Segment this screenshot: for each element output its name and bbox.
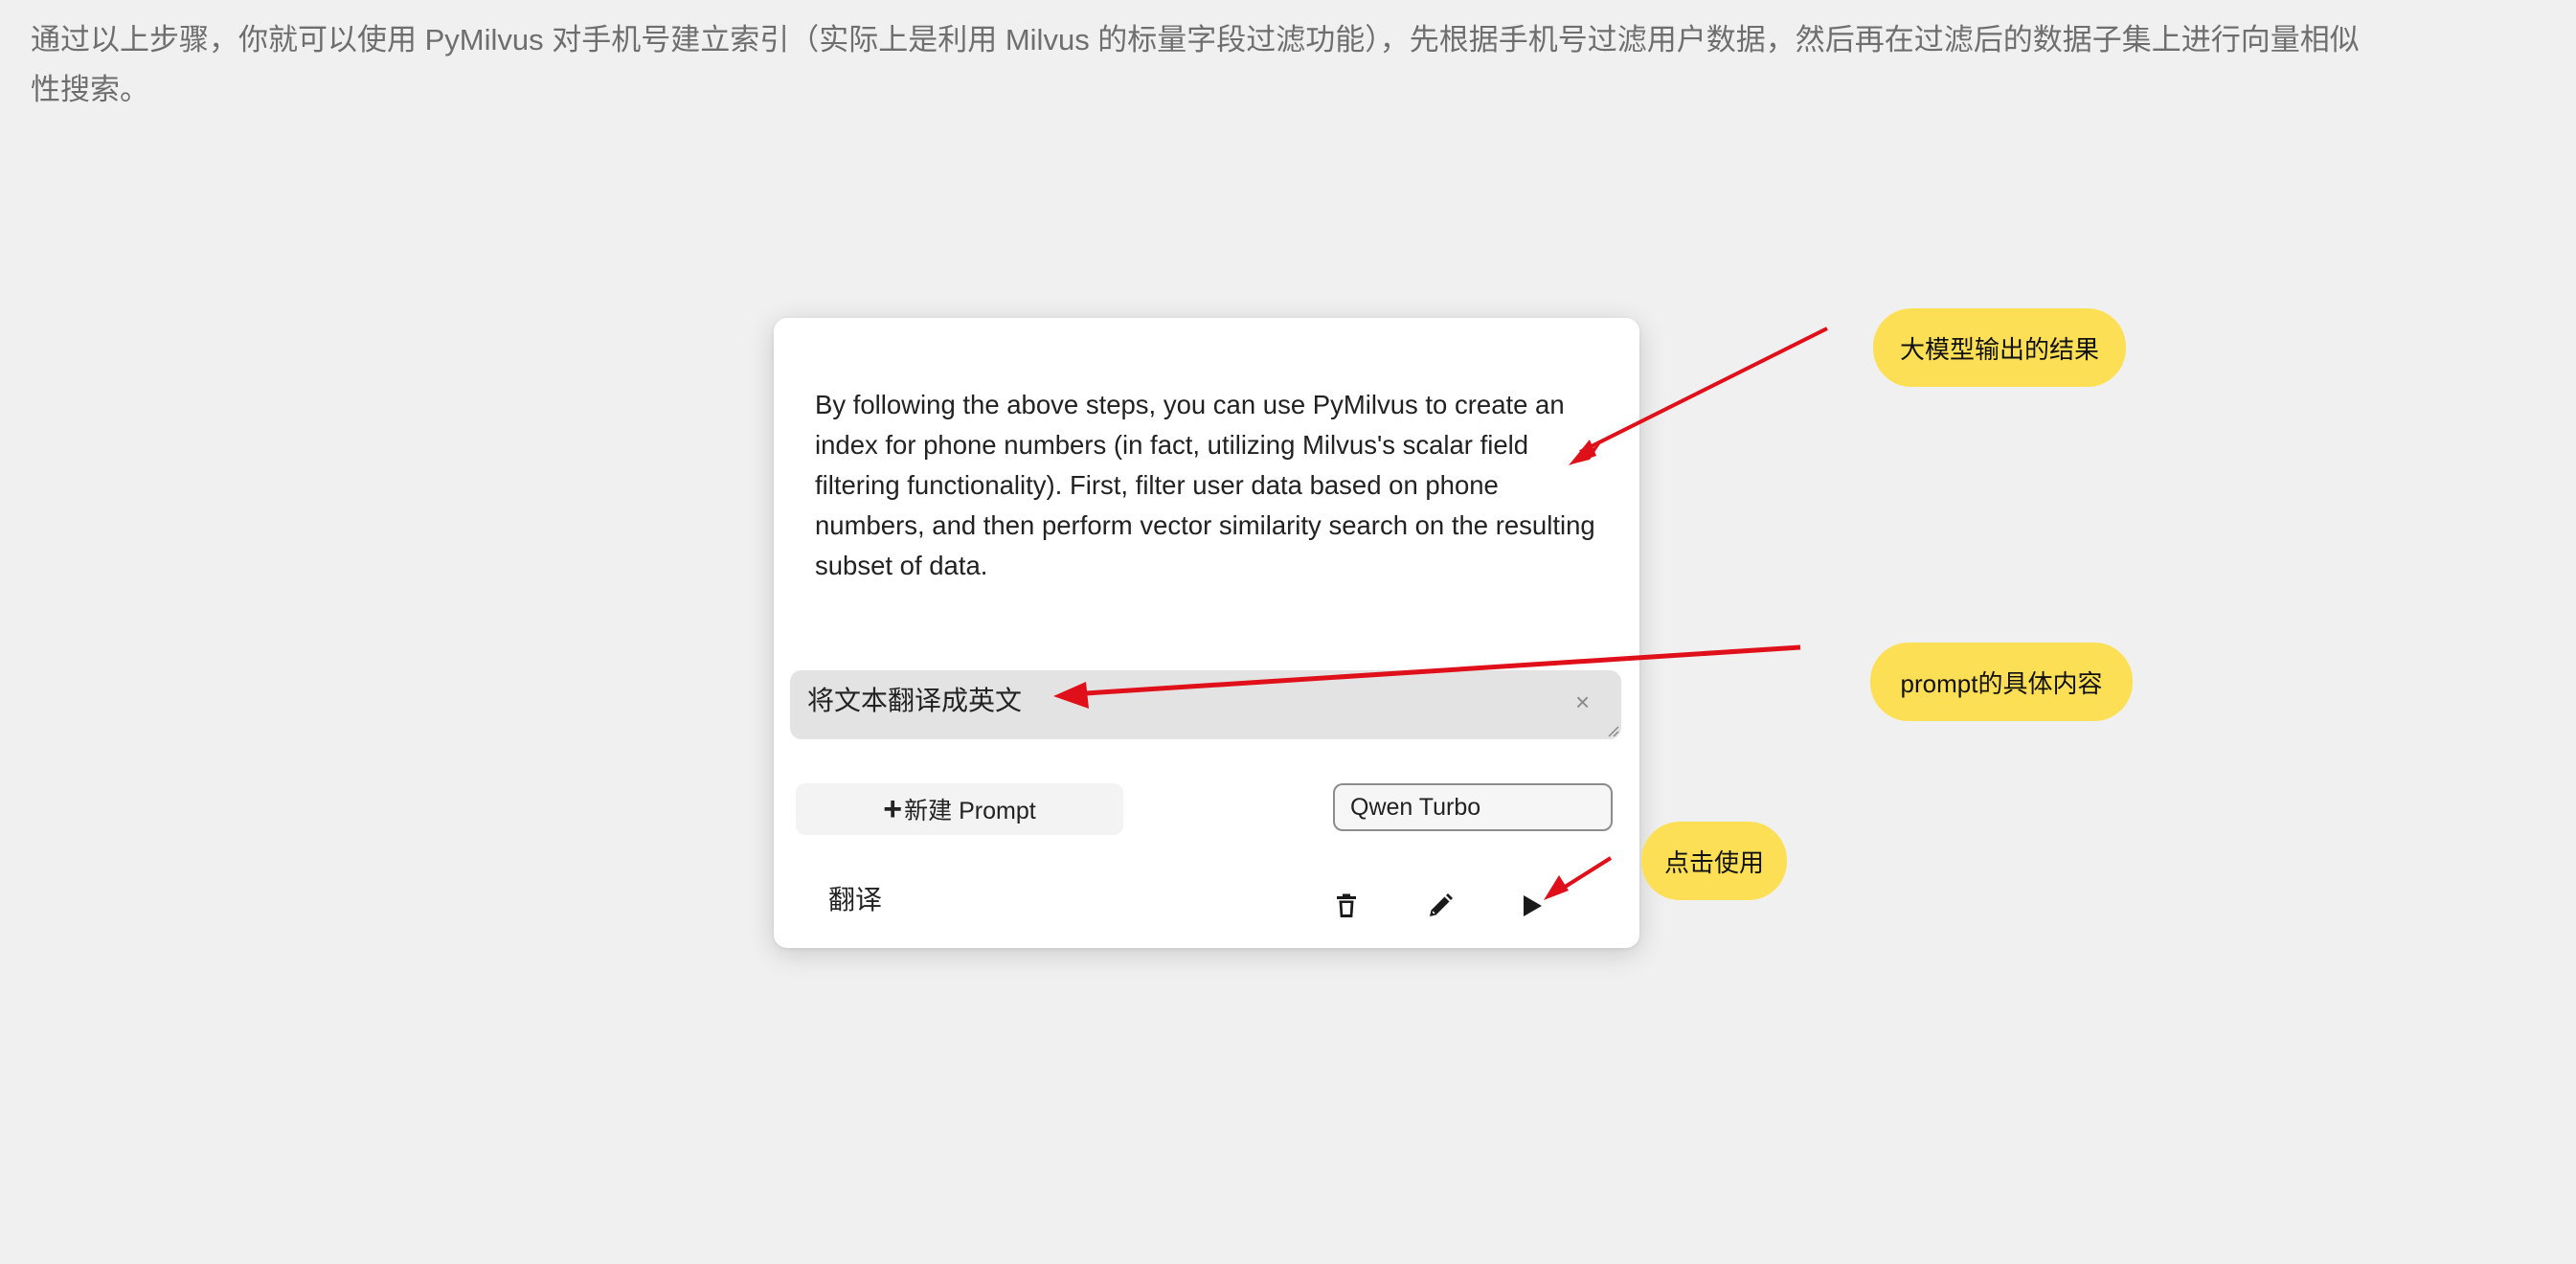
clear-icon[interactable]: × (1575, 688, 1590, 717)
plus-icon: + (883, 791, 903, 827)
prompt-input[interactable]: 将文本翻译成英文 × (790, 670, 1621, 739)
model-select[interactable]: Qwen Turbo (1333, 783, 1613, 831)
run-button[interactable] (1513, 887, 1551, 925)
page-paragraph: 通过以上步骤，你就可以使用 PyMilvus 对手机号建立索引（实际上是利用 M… (31, 23, 2360, 106)
pencil-icon (1430, 893, 1453, 916)
output-callout: 大模型输出的结果 (1873, 308, 2126, 387)
use-callout: 点击使用 (1641, 822, 1787, 900)
model-output-text: By following the above steps, you can us… (815, 390, 1595, 580)
new-prompt-label: 新建 Prompt (904, 798, 1036, 824)
trash-icon (1337, 893, 1356, 917)
prompt-input-value[interactable]: 将文本翻译成英文 (807, 680, 1022, 718)
prompt-callout: prompt的具体内容 (1870, 643, 2133, 721)
prompt-panel: By following the above steps, you can us… (774, 318, 1639, 948)
model-select-value: Qwen Turbo (1350, 793, 1481, 821)
resize-handle-icon[interactable] (1606, 724, 1619, 737)
play-icon (1524, 895, 1542, 916)
edit-button[interactable] (1421, 887, 1459, 925)
delete-button[interactable] (1327, 887, 1366, 925)
new-prompt-button[interactable]: + 新建 Prompt (796, 783, 1123, 835)
prompt-item-name[interactable]: 翻译 (828, 879, 882, 917)
